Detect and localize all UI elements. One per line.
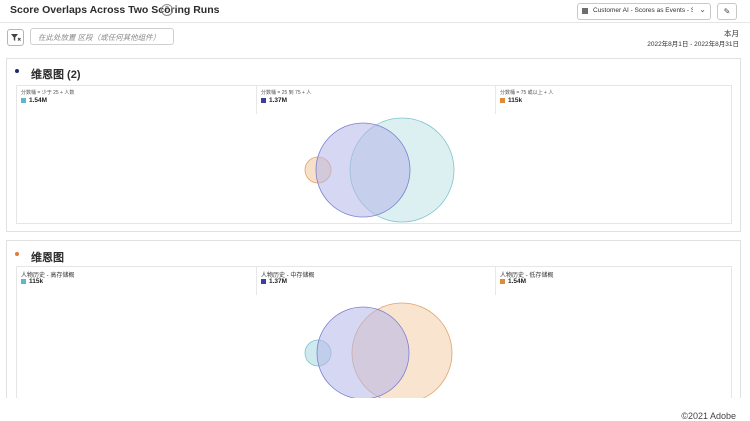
venn-visualization: 人物历史 - 高存储概 115k 人物历史 - 中存储概 1.37M 人物历史 … [16, 266, 732, 416]
chevron-down-icon: ⌄ [699, 5, 706, 14]
top-bar: Score Overlaps Across Two Scoring Runs ?… [0, 0, 750, 23]
filter-icon [11, 34, 21, 41]
report-suite-icon [582, 8, 588, 14]
page-title: Score Overlaps Across Two Scoring Runs [10, 4, 220, 16]
panel-title: 维恩图 (2) [31, 69, 81, 81]
copyright-text: ©2021 Adobe [681, 411, 736, 421]
report-suite-dropdown[interactable]: Customer AI - Scores as Events - Sh... ⌄ [577, 3, 711, 20]
venn-circle-medium[interactable] [316, 306, 410, 400]
segment-drop-zone[interactable]: 在此处放置 区段（或任何其他组件） [30, 28, 174, 45]
report-suite-label: Customer AI - Scores as Events - Sh... [593, 7, 693, 14]
venn-circle-medium[interactable] [315, 122, 411, 218]
date-range-value[interactable]: 2022年8月1日 - 2022年8月31日 [647, 38, 739, 48]
venn-panel-2: 维恩图 人物历史 - 高存储概 115k 人物历史 - 中存储概 1.37M 人… [6, 240, 741, 416]
panel-collapse-dot[interactable] [15, 252, 19, 256]
venn-visualization: 分数桶 = 少于 25 + 人数 1.54M 分数桶 = 25 到 75 + 人… [16, 85, 732, 224]
filter-button[interactable] [7, 29, 24, 46]
pencil-icon: ✎ [723, 7, 731, 16]
venn-panel-1: 维恩图 (2) 分数桶 = 少于 25 + 人数 1.54M 分数桶 = 25 … [6, 58, 741, 232]
edit-button[interactable]: ✎ [717, 3, 737, 20]
venn-diagram [304, 302, 453, 404]
info-icon[interactable]: ? [161, 4, 173, 16]
venn-diagram [304, 117, 455, 223]
panel-collapse-dot[interactable] [15, 69, 19, 73]
footer [0, 398, 750, 421]
panel-title: 维恩图 [31, 252, 64, 264]
